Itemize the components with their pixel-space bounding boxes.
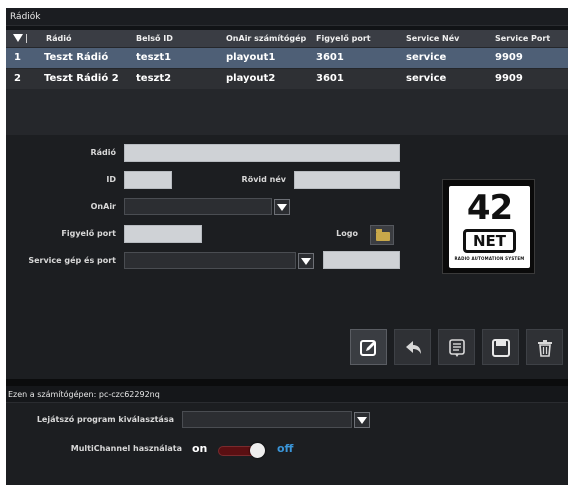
column-divider — [26, 34, 27, 43]
delete-button[interactable] — [526, 329, 563, 365]
player-label: Lejátszó program kiválasztása — [36, 415, 174, 424]
window-title: Rádiók — [6, 8, 568, 26]
short-name-label: Rövid név — [241, 175, 286, 184]
row-number: 1 — [14, 52, 21, 63]
id-input[interactable] — [124, 171, 172, 189]
radios-window: Rádiók Rádió Belső ID OnAir számítógép F… — [6, 8, 568, 485]
cell-internal-id: teszt1 — [136, 52, 172, 63]
row-number: 2 — [14, 73, 21, 84]
radios-table: Rádió Belső ID OnAir számítógép Figyelő … — [6, 30, 568, 135]
folder-icon — [376, 229, 390, 241]
cell-onair: playout1 — [226, 52, 276, 63]
cell-radio: Teszt Rádió — [44, 52, 109, 63]
monitor-port-label: Figyelő port — [61, 229, 116, 238]
service-label: Service gép és port — [28, 256, 116, 265]
list-icon — [449, 339, 465, 357]
onair-label: OnAir — [90, 202, 116, 211]
cell-internal-id: teszt2 — [136, 73, 172, 84]
sort-down-icon[interactable] — [13, 34, 23, 42]
back-button[interactable] — [394, 329, 431, 365]
list-button[interactable] — [438, 329, 475, 365]
cell-radio: Teszt Rádió 2 — [44, 73, 119, 84]
radio-edit-form: Rádió ID Rövid név OnAir Figyelő port Lo… — [6, 135, 568, 379]
service-host-dropdown-button[interactable] — [298, 253, 314, 269]
section-divider — [6, 379, 568, 386]
onair-dropdown-button[interactable] — [274, 199, 290, 215]
service-port-input[interactable] — [323, 251, 400, 269]
local-computer-title: Ezen a számítógépen: pc-czc62292nq — [6, 386, 568, 403]
cell-port: 3601 — [316, 73, 344, 84]
save-icon — [492, 339, 510, 357]
col-onair-computer[interactable]: OnAir számítógép — [226, 30, 306, 47]
logo-tagline: RADIO AUTOMATION SYSTEM — [454, 256, 525, 261]
cell-service-port: 9909 — [495, 52, 523, 63]
radio-logo: 42 NET RADIO AUTOMATION SYSTEM — [442, 179, 535, 274]
player-select[interactable] — [182, 411, 352, 428]
edit-button[interactable] — [350, 329, 387, 365]
radio-label: Rádió — [90, 148, 116, 157]
col-service-port[interactable]: Service Port — [495, 30, 550, 47]
player-dropdown-button[interactable] — [354, 412, 370, 428]
table-row[interactable]: 2 Teszt Rádió 2 teszt2 playout2 3601 ser… — [6, 69, 568, 89]
edit-icon — [360, 340, 376, 356]
cell-onair: playout2 — [226, 73, 276, 84]
short-name-input[interactable] — [294, 171, 400, 189]
cell-service-name: service — [406, 73, 447, 84]
service-host-select[interactable] — [124, 252, 296, 269]
col-service-name[interactable]: Service Név — [406, 30, 459, 47]
radio-input[interactable] — [124, 144, 400, 162]
cell-port: 3601 — [316, 52, 344, 63]
id-label: ID — [106, 175, 116, 184]
logo-label: Logo — [336, 229, 358, 238]
multichannel-on-label: on — [192, 442, 208, 455]
cell-service-name: service — [406, 52, 447, 63]
multichannel-toggle[interactable] — [218, 443, 265, 458]
multichannel-label: MultiChannel használata — [70, 444, 182, 453]
multichannel-off-label: off — [277, 442, 294, 455]
monitor-port-input[interactable] — [124, 225, 202, 243]
onair-select[interactable] — [124, 198, 272, 215]
trash-icon — [538, 340, 552, 357]
save-button[interactable] — [482, 329, 519, 365]
table-header: Rádió Belső ID OnAir számítógép Figyelő … — [6, 30, 568, 47]
logo-number: 42 — [466, 188, 513, 228]
local-computer-panel: Ezen a számítógépen: pc-czc62292nq Leját… — [6, 386, 568, 485]
logo-browse-button[interactable] — [370, 225, 394, 245]
toggle-knob[interactable] — [250, 443, 265, 458]
back-icon — [406, 341, 421, 354]
cell-service-port: 9909 — [495, 73, 523, 84]
col-monitor-port[interactable]: Figyelő port — [316, 30, 371, 47]
logo-badge: 42 NET RADIO AUTOMATION SYSTEM — [449, 186, 530, 268]
col-radio[interactable]: Rádió — [46, 30, 72, 47]
table-row[interactable]: 1 Teszt Rádió teszt1 playout1 3601 servi… — [6, 48, 568, 68]
logo-net-text: NET — [463, 229, 516, 253]
col-internal-id[interactable]: Belső ID — [136, 30, 173, 47]
